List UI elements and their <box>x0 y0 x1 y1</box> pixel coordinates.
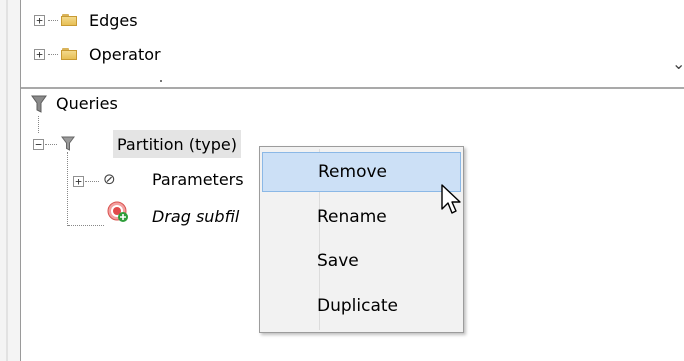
target-add-icon <box>107 201 129 223</box>
tree-connector <box>67 152 68 226</box>
top-tree-pane: + Edges + Operator <box>21 0 684 86</box>
drag-subfilter-label[interactable]: Drag subfil <box>152 207 239 226</box>
menu-item-label: Duplicate <box>317 296 398 316</box>
menu-item-rename[interactable]: Rename <box>262 197 461 237</box>
tree-connector <box>48 53 58 55</box>
pane-splitter[interactable] <box>21 87 684 89</box>
link-icon: ⊘ <box>103 170 116 188</box>
expand-icon[interactable]: + <box>34 14 45 26</box>
queries-root-label[interactable]: Queries <box>56 94 118 113</box>
tree-connector <box>68 225 104 226</box>
menu-item-label: Rename <box>317 207 387 227</box>
parameters-label[interactable]: Parameters <box>152 170 244 189</box>
tree-item-label: Operator <box>89 44 161 64</box>
partition-label: Partition (type) <box>117 134 237 154</box>
tree-item-edges[interactable]: + Edges <box>34 5 138 35</box>
expand-icon[interactable]: + <box>34 48 45 60</box>
menu-item-save[interactable]: Save <box>262 241 461 281</box>
left-rail <box>0 0 21 361</box>
context-menu: Remove Rename Save Duplicate <box>259 146 464 333</box>
tree-item-operator[interactable]: + Operator <box>34 39 161 69</box>
partition-node[interactable]: Partition (type) <box>113 130 241 158</box>
expand-icon[interactable]: + <box>73 176 84 187</box>
overflow-dot <box>160 80 162 82</box>
menu-item-label: Save <box>317 251 359 271</box>
menu-item-remove[interactable]: Remove <box>262 152 461 192</box>
collapse-icon[interactable]: − <box>33 139 44 150</box>
funnel-icon <box>31 94 47 118</box>
mouse-pointer-icon <box>440 183 464 221</box>
folder-icon <box>61 14 77 26</box>
tree-connector <box>48 19 58 21</box>
menu-item-label: Remove <box>318 162 387 182</box>
menu-item-duplicate[interactable]: Duplicate <box>262 286 461 326</box>
folder-icon <box>61 48 77 60</box>
tree-connector <box>85 181 99 182</box>
tree-item-label: Edges <box>89 10 138 30</box>
funnel-icon <box>61 136 75 156</box>
tree-connector <box>38 116 39 133</box>
tree-connector <box>45 144 57 145</box>
scroll-down-icon[interactable]: ⌄ <box>672 54 684 73</box>
